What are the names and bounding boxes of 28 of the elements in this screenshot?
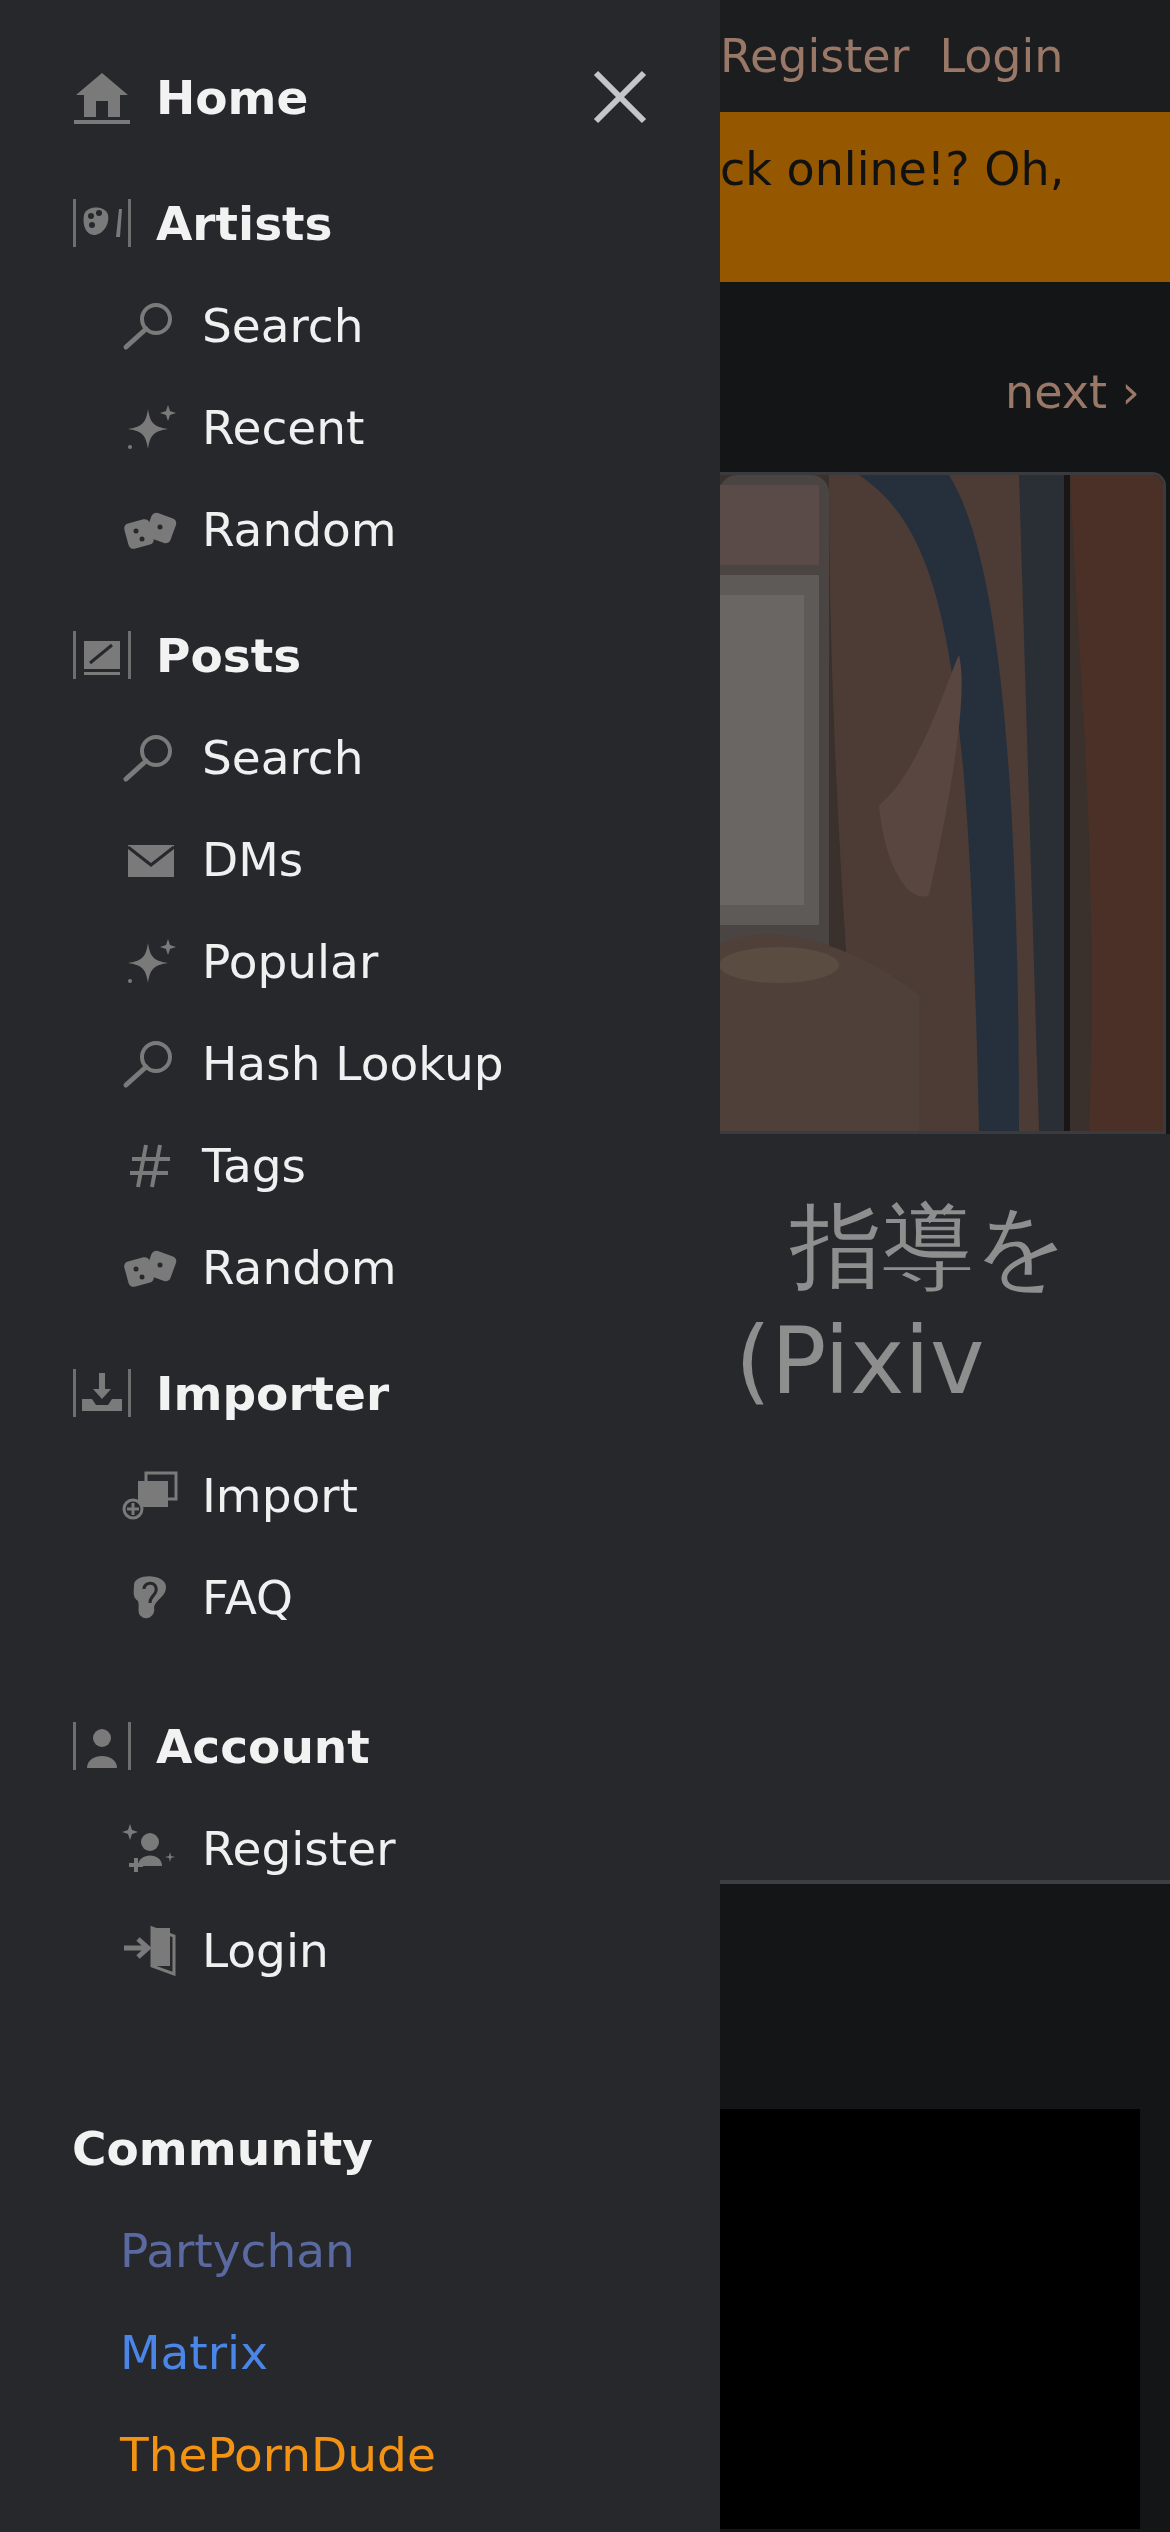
section-heading[interactable]: Importer: [72, 1365, 390, 1421]
community-link[interactable]: Matrix: [120, 2324, 268, 2380]
post-title: 指導を: [790, 1192, 1068, 1302]
menu-item[interactable]: Random: [120, 1239, 397, 1295]
home-link[interactable]: Home: [72, 69, 309, 125]
menu-item[interactable]: Search: [120, 729, 364, 785]
menu-item[interactable]: Search: [120, 297, 364, 353]
banner-text: ck online!? Oh,: [720, 142, 1065, 196]
menu-item[interactable]: Tags: [120, 1137, 307, 1193]
menu-item[interactable]: Random: [120, 501, 397, 557]
post-title: (Pixiv: [735, 1307, 985, 1417]
section-heading[interactable]: Posts: [72, 627, 302, 683]
section-heading[interactable]: Account: [72, 1718, 370, 1774]
nav-link[interactable]: Register: [720, 29, 910, 83]
menu-item[interactable]: Recent: [120, 399, 365, 455]
menu-item[interactable]: FAQ: [120, 1569, 294, 1625]
menu-item[interactable]: Popular: [120, 933, 379, 989]
add-pictures-icon: [120, 1469, 180, 1521]
menu-item[interactable]: Hash Lookup: [120, 1035, 504, 1091]
community-link[interactable]: ThePornDude: [120, 2426, 436, 2482]
menu-item[interactable]: Import: [120, 1467, 358, 1523]
section-title: Community: [72, 2119, 373, 2178]
nav-link[interactable]: Login: [939, 29, 1064, 83]
menu-item[interactable]: Register: [120, 1820, 396, 1876]
section-heading[interactable]: Artists: [72, 195, 333, 251]
menu-item[interactable]: Login: [120, 1922, 329, 1978]
next-link[interactable]: next ›: [1005, 365, 1140, 419]
menu-item[interactable]: DMs: [120, 831, 304, 887]
